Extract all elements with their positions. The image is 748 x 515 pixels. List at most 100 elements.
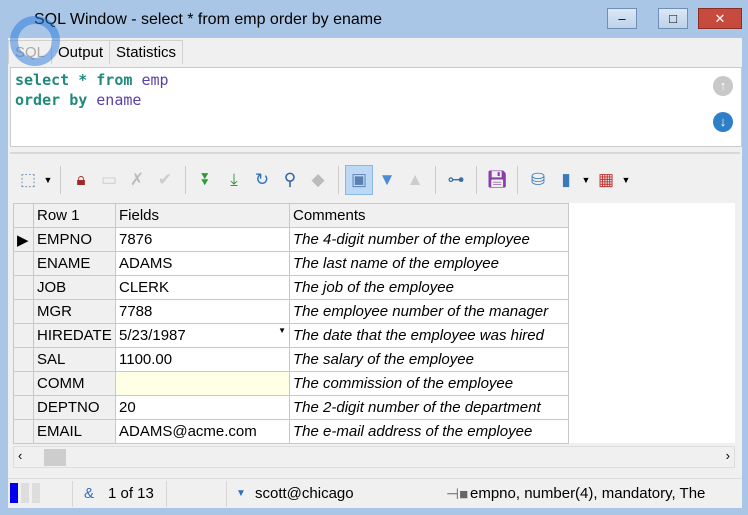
pin-icon: ⊣■ — [446, 486, 469, 503]
field-value[interactable]: CLERK — [115, 275, 290, 300]
window-title: SQL Window - select * from emp order by … — [34, 11, 382, 28]
table-row[interactable]: EMAIL ADAMS@acme.com The e-mail address … — [13, 419, 569, 444]
row-indicator[interactable] — [13, 251, 34, 276]
scroll-left-icon[interactable]: ‹ — [18, 448, 22, 463]
fetch-next-icon[interactable]: ⏬︎ — [192, 165, 220, 195]
table-row[interactable]: SAL 1100.00 The salary of the employee — [13, 347, 569, 372]
row-indicator[interactable] — [13, 299, 34, 324]
progress-indicator — [10, 483, 18, 503]
save-icon[interactable]: 💾︎ — [483, 165, 511, 195]
field-value[interactable]: 1100.00 — [115, 347, 290, 372]
field-value[interactable]: ADAMS — [115, 251, 290, 276]
keyword: select — [15, 71, 70, 89]
indicator-header — [13, 203, 34, 228]
insert-record-icon[interactable]: ▭ — [95, 165, 123, 195]
identifier: emp — [141, 71, 169, 89]
field-comment: The 2-digit number of the department — [289, 395, 569, 420]
sql-window: SQL Output Statistics select * from emp … — [8, 38, 742, 508]
field-name: JOB — [33, 275, 116, 300]
export-icon[interactable]: ⛁ — [524, 165, 552, 195]
field-info: empno, number(4), mandatory, The — [470, 485, 706, 502]
column-header-row[interactable]: Row 1 — [33, 203, 116, 228]
status-bar: & 1 of 13 ▼ scott@chicago ⊣■ empno, numb… — [8, 478, 742, 508]
keyword: from — [96, 71, 133, 89]
field-name: HIREDATE — [33, 323, 116, 348]
chevron-down-icon[interactable]: ▼ — [42, 175, 54, 185]
field-name: MGR — [33, 299, 116, 324]
date-dropdown-icon[interactable]: ▼ — [278, 326, 286, 335]
next-record-icon[interactable]: ▼ — [373, 165, 401, 195]
table-row[interactable]: MGR 7788 The employee number of the mana… — [13, 299, 569, 324]
field-name: DEPTNO — [33, 395, 116, 420]
current-row-icon: ▶ — [17, 231, 29, 249]
horizontal-scrollbar[interactable]: ‹ › — [13, 446, 735, 468]
field-name: EMAIL — [33, 419, 116, 444]
title-bar: SQL Window - select * from emp order by … — [0, 0, 748, 40]
column-header-comments[interactable]: Comments — [289, 203, 569, 228]
keyword: order — [15, 91, 61, 109]
field-value[interactable]: 7788 — [115, 299, 290, 324]
arrow-down-icon[interactable]: ↓ — [713, 112, 733, 132]
single-record-view-icon[interactable]: ▣ — [345, 165, 373, 195]
table-row[interactable]: ▶ EMPNO 7876 The 4-digit number of the e… — [13, 227, 569, 252]
field-comment: The commission of the employee — [289, 371, 569, 396]
connection-dropdown-icon[interactable]: ▼ — [236, 488, 246, 499]
scrollbar-thumb[interactable] — [44, 449, 66, 466]
field-comment: The job of the employee — [289, 275, 569, 300]
select-icon[interactable]: ⬚ — [14, 165, 42, 195]
field-value[interactable]: 7876 — [115, 227, 290, 252]
connection-label[interactable]: scott@chicago — [255, 485, 354, 502]
field-value[interactable]: ADAMS@acme.com — [115, 419, 290, 444]
field-comment: The employee number of the manager — [289, 299, 569, 324]
row-indicator[interactable] — [13, 275, 34, 300]
row-indicator[interactable]: ▶ — [13, 227, 34, 252]
tab-statistics[interactable]: Statistics — [109, 40, 184, 64]
row-indicator[interactable] — [13, 371, 34, 396]
row-indicator[interactable] — [13, 347, 34, 372]
row-indicator[interactable] — [13, 323, 34, 348]
row-indicator[interactable] — [13, 395, 34, 420]
field-value[interactable]: 20 — [115, 395, 290, 420]
lock-icon[interactable]: 🔒︎ — [67, 165, 95, 195]
table-row[interactable]: DEPTNO 20 The 2-digit number of the depa… — [13, 395, 569, 420]
previous-record-icon[interactable]: ▲ — [401, 165, 429, 195]
chevron-down-icon[interactable]: ▼ — [620, 175, 632, 185]
splitter[interactable] — [10, 152, 740, 154]
clear-icon[interactable]: ◆ — [304, 165, 332, 195]
tab-bar: SQL Output Statistics — [8, 40, 184, 64]
keyword: by — [69, 91, 88, 109]
field-comment: The 4-digit number of the employee — [289, 227, 569, 252]
scroll-right-icon[interactable]: › — [726, 448, 730, 463]
find-icon[interactable]: ⚲ — [276, 165, 304, 195]
post-icon[interactable]: ✔ — [151, 165, 179, 195]
column-header-fields[interactable]: Fields — [115, 203, 290, 228]
arrow-up-icon[interactable]: ↑ — [713, 76, 733, 96]
maximize-button[interactable]: □ — [658, 8, 688, 29]
table-row[interactable]: HIREDATE 5/23/1987 ▼ The date that the em… — [13, 323, 569, 348]
fetch-last-icon[interactable]: ⤓ — [220, 165, 248, 195]
record-count: 1 of 13 — [108, 485, 154, 502]
table-row[interactable]: COMM The commission of the employee — [13, 371, 569, 396]
chart-icon[interactable]: ▮ — [552, 165, 580, 195]
minimize-button[interactable]: – — [607, 8, 637, 29]
table-row[interactable]: ENAME ADAMS The last name of the employe… — [13, 251, 569, 276]
field-comment: The e-mail address of the employee — [289, 419, 569, 444]
table-row[interactable]: JOB CLERK The job of the employee — [13, 275, 569, 300]
refresh-icon[interactable]: ↻ — [248, 165, 276, 195]
field-name: SAL — [33, 347, 116, 372]
tab-output[interactable]: Output — [51, 40, 111, 64]
close-button[interactable]: ✕ — [698, 8, 742, 29]
chevron-down-icon[interactable]: ▼ — [580, 175, 592, 185]
query-tree-icon[interactable]: ⊶ — [442, 165, 470, 195]
tab-sql[interactable]: SQL — [8, 40, 53, 64]
delete-record-icon[interactable]: ✗ — [123, 165, 151, 195]
field-value[interactable] — [115, 371, 290, 396]
grid-icon[interactable]: ▦ — [592, 165, 620, 195]
field-comment: The salary of the employee — [289, 347, 569, 372]
keyword: * — [78, 71, 88, 89]
field-comment: The last name of the employee — [289, 251, 569, 276]
record-grid: Row 1 Fields Comments ▶ EMPNO 7876 The 4… — [13, 203, 735, 444]
field-value[interactable]: 5/23/1987 ▼ — [115, 323, 290, 348]
row-indicator[interactable] — [13, 419, 34, 444]
sql-editor[interactable]: select * from emp order by ename ↑ ↓ — [10, 67, 742, 147]
